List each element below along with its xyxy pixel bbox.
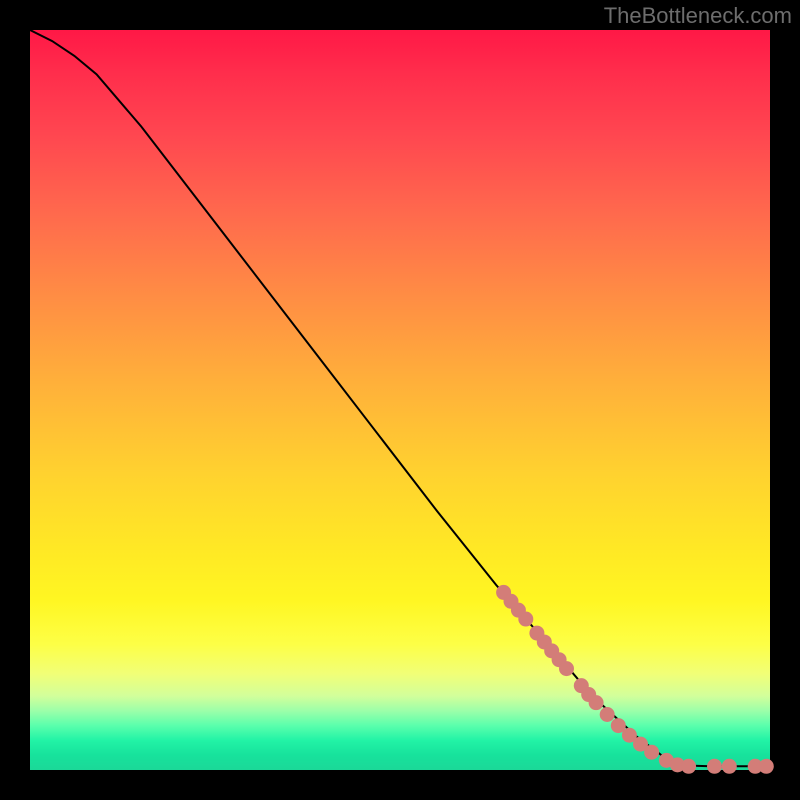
markers-group bbox=[496, 585, 774, 774]
data-marker bbox=[707, 759, 722, 774]
data-marker bbox=[589, 695, 604, 710]
curve-line bbox=[30, 30, 770, 766]
data-marker bbox=[681, 759, 696, 774]
data-marker bbox=[559, 661, 574, 676]
watermark-label: TheBottleneck.com bbox=[604, 3, 792, 29]
data-marker bbox=[644, 745, 659, 760]
chart-svg bbox=[30, 30, 770, 770]
data-marker bbox=[722, 759, 737, 774]
data-marker bbox=[759, 759, 774, 774]
data-marker bbox=[518, 612, 533, 627]
data-marker bbox=[600, 707, 615, 722]
plot-area bbox=[30, 30, 770, 770]
chart-stage: TheBottleneck.com bbox=[0, 0, 800, 800]
